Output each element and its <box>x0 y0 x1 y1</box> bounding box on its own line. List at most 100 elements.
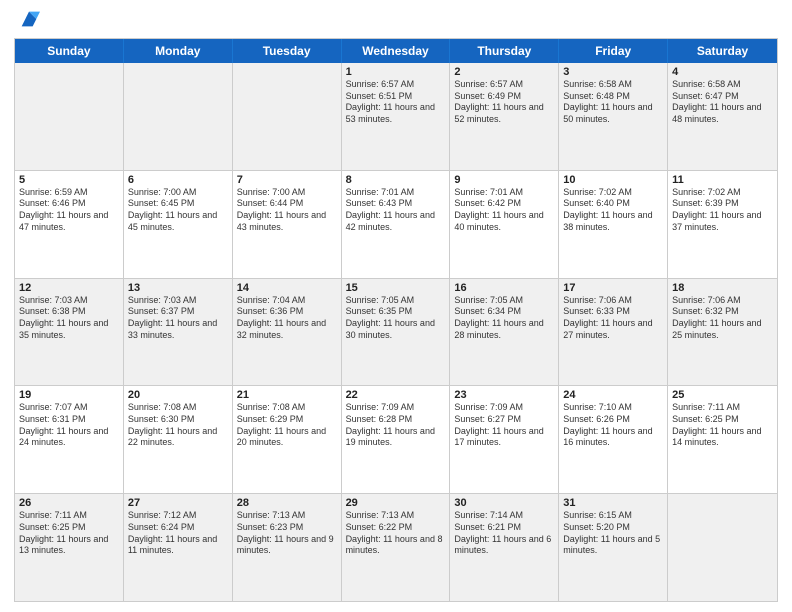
header-day-friday: Friday <box>559 39 668 63</box>
cell-info: Sunrise: 7:14 AM Sunset: 6:21 PM Dayligh… <box>454 510 554 557</box>
calendar-cell: 25Sunrise: 7:11 AM Sunset: 6:25 PM Dayli… <box>668 386 777 493</box>
day-number: 24 <box>563 389 663 401</box>
calendar-cell: 14Sunrise: 7:04 AM Sunset: 6:36 PM Dayli… <box>233 279 342 386</box>
day-number: 21 <box>237 389 337 401</box>
calendar-cell: 11Sunrise: 7:02 AM Sunset: 6:39 PM Dayli… <box>668 171 777 278</box>
day-number: 6 <box>128 174 228 186</box>
day-number: 28 <box>237 497 337 509</box>
cell-info: Sunrise: 7:02 AM Sunset: 6:39 PM Dayligh… <box>672 187 773 234</box>
day-number: 5 <box>19 174 119 186</box>
cell-info: Sunrise: 7:12 AM Sunset: 6:24 PM Dayligh… <box>128 510 228 557</box>
day-number: 25 <box>672 389 773 401</box>
day-number: 22 <box>346 389 446 401</box>
day-number: 23 <box>454 389 554 401</box>
calendar-cell: 10Sunrise: 7:02 AM Sunset: 6:40 PM Dayli… <box>559 171 668 278</box>
cell-info: Sunrise: 7:00 AM Sunset: 6:44 PM Dayligh… <box>237 187 337 234</box>
calendar-cell: 7Sunrise: 7:00 AM Sunset: 6:44 PM Daylig… <box>233 171 342 278</box>
calendar-cell: 4Sunrise: 6:58 AM Sunset: 6:47 PM Daylig… <box>668 63 777 170</box>
calendar-cell: 5Sunrise: 6:59 AM Sunset: 6:46 PM Daylig… <box>15 171 124 278</box>
calendar-cell: 15Sunrise: 7:05 AM Sunset: 6:35 PM Dayli… <box>342 279 451 386</box>
calendar-row-2: 12Sunrise: 7:03 AM Sunset: 6:38 PM Dayli… <box>15 278 777 386</box>
calendar-cell: 29Sunrise: 7:13 AM Sunset: 6:22 PM Dayli… <box>342 494 451 601</box>
day-number: 31 <box>563 497 663 509</box>
calendar-cell: 9Sunrise: 7:01 AM Sunset: 6:42 PM Daylig… <box>450 171 559 278</box>
calendar-cell: 28Sunrise: 7:13 AM Sunset: 6:23 PM Dayli… <box>233 494 342 601</box>
calendar-cell <box>233 63 342 170</box>
day-number: 8 <box>346 174 446 186</box>
page: SundayMondayTuesdayWednesdayThursdayFrid… <box>0 0 792 612</box>
cell-info: Sunrise: 7:13 AM Sunset: 6:22 PM Dayligh… <box>346 510 446 557</box>
cell-info: Sunrise: 7:03 AM Sunset: 6:38 PM Dayligh… <box>19 295 119 342</box>
header-day-sunday: Sunday <box>15 39 124 63</box>
day-number: 4 <box>672 66 773 78</box>
day-number: 9 <box>454 174 554 186</box>
cell-info: Sunrise: 7:07 AM Sunset: 6:31 PM Dayligh… <box>19 402 119 449</box>
calendar-row-1: 5Sunrise: 6:59 AM Sunset: 6:46 PM Daylig… <box>15 170 777 278</box>
calendar-cell: 3Sunrise: 6:58 AM Sunset: 6:48 PM Daylig… <box>559 63 668 170</box>
header-day-monday: Monday <box>124 39 233 63</box>
day-number: 12 <box>19 282 119 294</box>
calendar-cell: 26Sunrise: 7:11 AM Sunset: 6:25 PM Dayli… <box>15 494 124 601</box>
day-number: 10 <box>563 174 663 186</box>
day-number: 2 <box>454 66 554 78</box>
calendar-cell: 30Sunrise: 7:14 AM Sunset: 6:21 PM Dayli… <box>450 494 559 601</box>
calendar-cell: 17Sunrise: 7:06 AM Sunset: 6:33 PM Dayli… <box>559 279 668 386</box>
calendar-cell: 18Sunrise: 7:06 AM Sunset: 6:32 PM Dayli… <box>668 279 777 386</box>
cell-info: Sunrise: 7:09 AM Sunset: 6:28 PM Dayligh… <box>346 402 446 449</box>
calendar-cell: 21Sunrise: 7:08 AM Sunset: 6:29 PM Dayli… <box>233 386 342 493</box>
header-day-thursday: Thursday <box>450 39 559 63</box>
cell-info: Sunrise: 7:11 AM Sunset: 6:25 PM Dayligh… <box>672 402 773 449</box>
day-number: 30 <box>454 497 554 509</box>
day-number: 16 <box>454 282 554 294</box>
calendar-row-0: 1Sunrise: 6:57 AM Sunset: 6:51 PM Daylig… <box>15 63 777 170</box>
header-day-saturday: Saturday <box>668 39 777 63</box>
cell-info: Sunrise: 6:58 AM Sunset: 6:48 PM Dayligh… <box>563 79 663 126</box>
calendar-cell: 13Sunrise: 7:03 AM Sunset: 6:37 PM Dayli… <box>124 279 233 386</box>
calendar-cell: 20Sunrise: 7:08 AM Sunset: 6:30 PM Dayli… <box>124 386 233 493</box>
day-number: 11 <box>672 174 773 186</box>
cell-info: Sunrise: 6:57 AM Sunset: 6:51 PM Dayligh… <box>346 79 446 126</box>
cell-info: Sunrise: 7:00 AM Sunset: 6:45 PM Dayligh… <box>128 187 228 234</box>
calendar-cell: 12Sunrise: 7:03 AM Sunset: 6:38 PM Dayli… <box>15 279 124 386</box>
day-number: 14 <box>237 282 337 294</box>
cell-info: Sunrise: 7:11 AM Sunset: 6:25 PM Dayligh… <box>19 510 119 557</box>
day-number: 13 <box>128 282 228 294</box>
day-number: 29 <box>346 497 446 509</box>
cell-info: Sunrise: 6:59 AM Sunset: 6:46 PM Dayligh… <box>19 187 119 234</box>
calendar-cell: 24Sunrise: 7:10 AM Sunset: 6:26 PM Dayli… <box>559 386 668 493</box>
calendar-row-3: 19Sunrise: 7:07 AM Sunset: 6:31 PM Dayli… <box>15 385 777 493</box>
calendar-cell <box>668 494 777 601</box>
calendar-cell: 22Sunrise: 7:09 AM Sunset: 6:28 PM Dayli… <box>342 386 451 493</box>
cell-info: Sunrise: 6:57 AM Sunset: 6:49 PM Dayligh… <box>454 79 554 126</box>
day-number: 3 <box>563 66 663 78</box>
day-number: 26 <box>19 497 119 509</box>
calendar-body: 1Sunrise: 6:57 AM Sunset: 6:51 PM Daylig… <box>15 63 777 601</box>
calendar-cell: 8Sunrise: 7:01 AM Sunset: 6:43 PM Daylig… <box>342 171 451 278</box>
cell-info: Sunrise: 7:01 AM Sunset: 6:43 PM Dayligh… <box>346 187 446 234</box>
day-number: 15 <box>346 282 446 294</box>
day-number: 7 <box>237 174 337 186</box>
calendar-cell <box>124 63 233 170</box>
calendar-header: SundayMondayTuesdayWednesdayThursdayFrid… <box>15 39 777 63</box>
cell-info: Sunrise: 7:09 AM Sunset: 6:27 PM Dayligh… <box>454 402 554 449</box>
cell-info: Sunrise: 7:06 AM Sunset: 6:32 PM Dayligh… <box>672 295 773 342</box>
calendar-cell: 16Sunrise: 7:05 AM Sunset: 6:34 PM Dayli… <box>450 279 559 386</box>
calendar-cell: 31Sunrise: 6:15 AM Sunset: 5:20 PM Dayli… <box>559 494 668 601</box>
calendar-cell: 27Sunrise: 7:12 AM Sunset: 6:24 PM Dayli… <box>124 494 233 601</box>
day-number: 1 <box>346 66 446 78</box>
cell-info: Sunrise: 7:01 AM Sunset: 6:42 PM Dayligh… <box>454 187 554 234</box>
cell-info: Sunrise: 7:03 AM Sunset: 6:37 PM Dayligh… <box>128 295 228 342</box>
day-number: 17 <box>563 282 663 294</box>
day-number: 27 <box>128 497 228 509</box>
calendar-cell: 6Sunrise: 7:00 AM Sunset: 6:45 PM Daylig… <box>124 171 233 278</box>
cell-info: Sunrise: 6:58 AM Sunset: 6:47 PM Dayligh… <box>672 79 773 126</box>
header <box>14 10 778 30</box>
cell-info: Sunrise: 7:08 AM Sunset: 6:30 PM Dayligh… <box>128 402 228 449</box>
cell-info: Sunrise: 7:05 AM Sunset: 6:34 PM Dayligh… <box>454 295 554 342</box>
calendar-cell: 1Sunrise: 6:57 AM Sunset: 6:51 PM Daylig… <box>342 63 451 170</box>
calendar: SundayMondayTuesdayWednesdayThursdayFrid… <box>14 38 778 602</box>
calendar-row-4: 26Sunrise: 7:11 AM Sunset: 6:25 PM Dayli… <box>15 493 777 601</box>
cell-info: Sunrise: 7:06 AM Sunset: 6:33 PM Dayligh… <box>563 295 663 342</box>
header-day-tuesday: Tuesday <box>233 39 342 63</box>
calendar-cell: 23Sunrise: 7:09 AM Sunset: 6:27 PM Dayli… <box>450 386 559 493</box>
